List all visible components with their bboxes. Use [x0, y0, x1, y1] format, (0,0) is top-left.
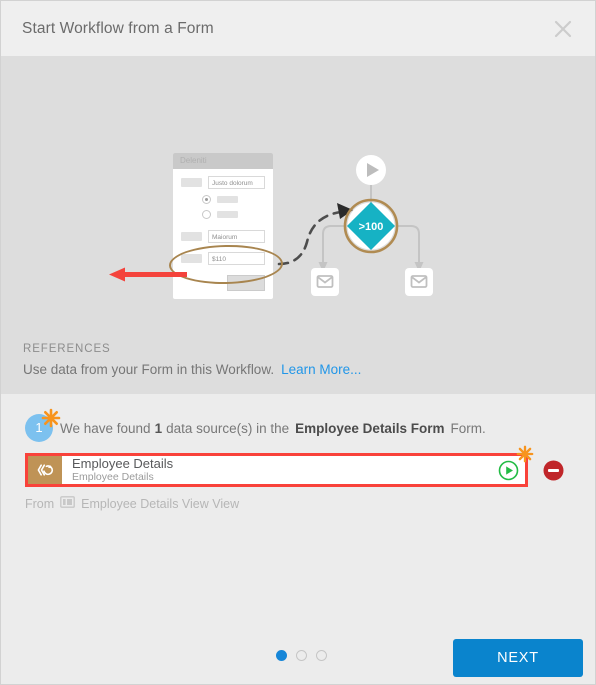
found-form-name: Employee Details Form	[295, 420, 445, 436]
form-mockup-radio-2	[202, 210, 273, 219]
references-section: REFERENCES Use data from your Form in th…	[1, 338, 595, 394]
found-text-after: Form.	[450, 420, 486, 436]
data-source-title: Employee Details	[72, 455, 174, 471]
illustration-banner: >100 Deleniti Justo dolorum Maiorum $110	[1, 56, 595, 338]
from-value: Employee Details View View	[81, 496, 240, 511]
form-mockup-radio-1	[202, 195, 273, 204]
found-text-before: We have found	[60, 420, 151, 436]
radio-label-placeholder	[217, 211, 238, 218]
radio-selected-icon	[202, 195, 211, 204]
form-mockup-field-2: Maiorum	[181, 230, 273, 243]
data-source-origin: From Employee Details View View	[25, 496, 595, 511]
form-mockup-title: Deleniti	[173, 153, 273, 169]
remove-circle-icon[interactable]	[543, 460, 564, 481]
data-source-subtitle: Employee Details	[72, 470, 154, 483]
references-subtitle: Use data from your Form in this Workflow…	[23, 362, 595, 377]
learn-more-link[interactable]: Learn More...	[281, 362, 361, 377]
next-button[interactable]: NEXT	[453, 639, 583, 677]
radio-unselected-icon	[202, 210, 211, 219]
sparkle-icon	[41, 408, 61, 428]
close-icon[interactable]	[545, 11, 581, 47]
data-source-item: Employee Details Employee Details	[25, 445, 564, 487]
field-value-1: Justo dolorum	[208, 176, 265, 189]
workflow-diagram: >100	[277, 155, 433, 296]
annotation-arrow-icon	[109, 267, 187, 282]
data-source-icon	[28, 456, 62, 484]
dialog-header: Start Workflow from a Form	[1, 1, 595, 56]
step-dot-3[interactable]	[316, 650, 327, 661]
field-label-placeholder	[181, 232, 202, 241]
form-mockup-field-1: Justo dolorum	[181, 176, 273, 189]
radio-label-placeholder	[217, 196, 238, 203]
step-dot-1[interactable]	[276, 650, 287, 661]
sparkle-icon	[516, 445, 534, 463]
field-value-2: Maiorum	[208, 230, 265, 243]
references-heading: REFERENCES	[23, 343, 111, 355]
page-title: Start Workflow from a Form	[22, 19, 214, 37]
view-icon	[60, 496, 76, 511]
from-prefix: From	[25, 496, 55, 511]
decision-label: >100	[359, 221, 384, 233]
start-workflow-dialog: Start Workflow from a Form >100 Deleniti…	[0, 0, 596, 685]
found-sources-line: 1 We have found 1 data source(s) in the …	[25, 408, 595, 442]
data-source-text: Employee Details Employee Details	[62, 456, 491, 484]
step-badge-wrap: 1	[25, 408, 61, 442]
data-source-row[interactable]: Employee Details Employee Details	[25, 453, 528, 487]
dialog-body: 1 We have found 1 data source(s) in the …	[1, 394, 595, 628]
field-label-placeholder	[181, 178, 202, 187]
found-text-middle: data source(s) in the	[166, 420, 290, 436]
found-count: 1	[154, 420, 163, 436]
step-dot-2[interactable]	[296, 650, 307, 661]
step-dots	[276, 650, 327, 661]
references-subtitle-text: Use data from your Form in this Workflow…	[23, 362, 275, 377]
